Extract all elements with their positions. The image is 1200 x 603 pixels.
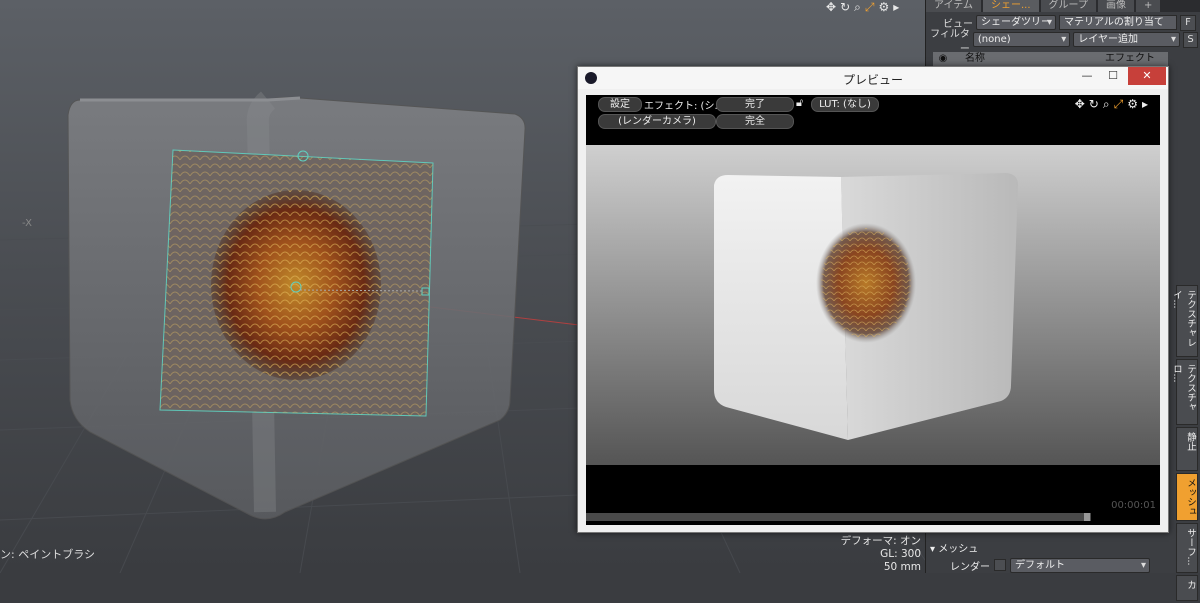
add-tab-button[interactable]: + [1135,0,1161,12]
collapse-icon: ▾ [930,544,939,555]
tool-status: ン: ペイントブラシ [0,548,95,561]
column-name[interactable]: 名称 [953,52,1105,66]
filter-label: フィルター [930,28,970,55]
preview-toolbar: ✥ ↻ ⌕ ⤢ ⚙ ▸ [1075,97,1148,112]
filter-row: フィルター (none) レイヤー追加 S [926,29,1200,55]
render-image [586,145,1160,465]
tab-images[interactable]: 画像 [1097,0,1134,12]
maximize-button[interactable]: ☐ [1100,67,1126,85]
vtab-texture-locator[interactable]: テクスチャロ... [1171,359,1198,425]
arrow-right-icon[interactable]: ▸ [893,0,899,15]
column-effect[interactable]: エフェクト [1105,52,1165,66]
scrubber-knob[interactable] [1084,513,1090,521]
gl-count: GL: 300 [880,548,921,560]
rotate-icon[interactable]: ↻ [1089,97,1099,112]
s-button[interactable]: S [1182,31,1198,48]
timecode: 00:00:01 [1111,500,1156,511]
vtab-texture-layer[interactable]: テクスチャレイ... [1171,285,1198,357]
vtab-still[interactable]: 静止 [1176,427,1198,471]
f-button[interactable]: F [1180,14,1196,31]
panel-tabs: アイテム シェー... グループ 画像 + [926,0,1200,12]
fit-icon[interactable]: ⤢ [865,0,875,15]
tab-groups[interactable]: グループ [1040,0,1096,12]
lock-icon[interactable]: 🔓︎ [796,96,803,110]
vtab-surface[interactable]: サーフ... [1176,523,1198,573]
eye-icon[interactable]: ◉ [933,52,953,66]
effect-dropdown[interactable]: エフェクト: (シ... [644,97,724,112]
vtab-extra[interactable]: カ [1176,575,1198,601]
done-button[interactable]: 完了 [716,97,794,112]
filter-select[interactable]: (none) [972,32,1071,47]
view-select[interactable]: シェーダツリー [976,15,1056,30]
vtab-mesh[interactable]: メッシュ [1176,473,1198,521]
tab-items[interactable]: アイテム [926,0,981,12]
preview-titlebar[interactable]: プレビュー — ☐ ✕ [578,67,1168,89]
viewport-toolbar: ✥ ↻ ⌕ ⤢ ⚙ ▸ [826,0,899,15]
gear-icon[interactable]: ⚙ [878,0,889,15]
close-button[interactable]: ✕ [1128,67,1166,85]
move-icon[interactable]: ✥ [826,0,836,15]
zoom-icon[interactable]: ⌕ [854,0,861,15]
render-row: レンダー デフォルト [930,557,1170,573]
deformer-status: デフォーマ: オン [840,535,921,547]
preview-window: プレビュー — ☐ ✕ 設定 エフェクト: (シ... 完了 🔓︎ LUT: (… [577,66,1169,533]
preview-body: 設定 エフェクト: (シ... 完了 🔓︎ LUT: (なし) (レンダーカメラ… [586,95,1160,525]
lut-button[interactable]: LUT: (なし) [811,97,879,112]
focal-length: 50 mm [883,561,921,573]
viewport-info: デフォーマ: オン GL: 300 50 mm [841,535,921,573]
move-icon[interactable]: ✥ [1075,97,1085,112]
gear-icon[interactable]: ⚙ [1127,97,1138,112]
settings-button[interactable]: 設定 [598,97,642,112]
complete-button[interactable]: 完全 [716,114,794,129]
arrow-right-icon[interactable]: ▸ [1142,97,1148,112]
fit-icon[interactable]: ⤢ [1114,97,1124,112]
add-layer-select[interactable]: レイヤー追加 [1073,32,1180,47]
render-label: レンダー [950,561,990,573]
mesh-section-label: メッシュ [938,544,979,555]
assign-material-button[interactable]: マテリアルの割り当て [1059,15,1177,30]
rotate-icon[interactable]: ↻ [840,0,850,15]
minimize-button[interactable]: — [1074,67,1100,85]
render-camera-button[interactable]: (レンダーカメラ) [598,114,716,129]
zoom-icon[interactable]: ⌕ [1103,97,1110,112]
shader-list-header: ◉ 名称 エフェクト [933,52,1168,66]
property-vertical-tabs: テクスチャレイ... テクスチャロ... 静止 メッシュ サーフ... カ [1171,285,1200,603]
timeline-scrubber[interactable] [586,513,1091,521]
axis-label: -X [22,218,32,229]
render-toggle[interactable] [994,559,1006,571]
mesh-section-header[interactable]: ▾ メッシュ [930,540,1170,555]
render-select[interactable]: デフォルト [1010,557,1150,573]
tab-shader[interactable]: シェー... [983,0,1039,12]
